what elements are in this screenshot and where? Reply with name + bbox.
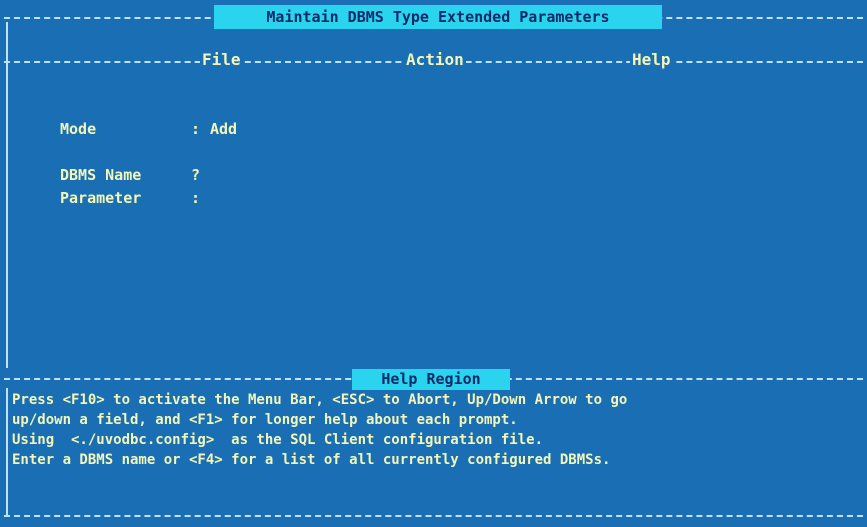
help-region-title: Help Region [352,369,510,390]
menu-file[interactable]: File [200,49,243,71]
window-title: Maintain DBMS Type Extended Parameters [214,5,662,29]
left-border-upper [6,22,8,368]
parameter-separator: : [191,189,201,207]
help-line-2: up/down a field, and <F1> for longer hel… [12,412,518,428]
bottom-border [4,515,863,517]
dbms-name-label: DBMS Name [60,166,142,184]
help-line-1: Press <F10> to activate the Menu Bar, <E… [12,392,628,408]
mode-separator: : [191,120,201,138]
mode-value: Add [210,120,238,138]
terminal-screen: Maintain DBMS Type Extended Parameters F… [0,0,867,527]
help-line-3: Using <./uvodbc.config> as the SQL Clien… [12,432,544,448]
menu-action[interactable]: Action [404,49,466,71]
menu-help[interactable]: Help [630,49,673,71]
dbms-name-prompt[interactable]: ? [191,166,200,184]
left-border-lower [6,388,8,516]
parameter-label: Parameter [60,189,142,207]
help-line-4: Enter a DBMS name or <F4> for a list of … [12,452,611,468]
mode-label: Mode [60,120,97,138]
